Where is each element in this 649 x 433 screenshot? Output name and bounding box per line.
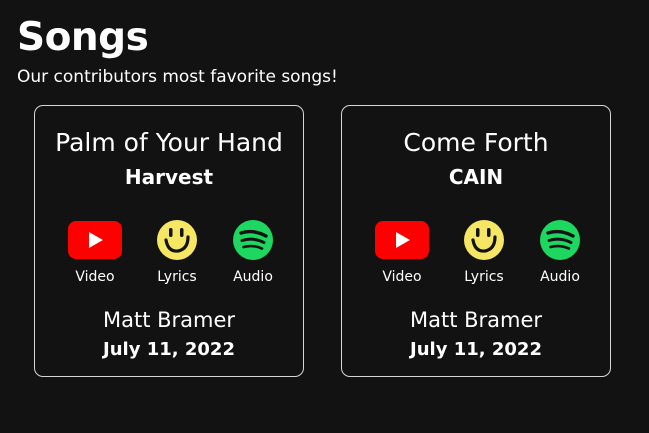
- audio-label: Audio: [233, 269, 273, 285]
- video-link[interactable]: Video: [367, 216, 437, 286]
- lyrics-smiley-icon: [157, 220, 197, 260]
- added-date: July 11, 2022: [410, 339, 542, 360]
- youtube-icon: [68, 221, 122, 259]
- audio-link[interactable]: Audio: [525, 216, 595, 286]
- contributor-name: Matt Bramer: [409, 308, 543, 332]
- contributor-name: Matt Bramer: [102, 308, 236, 332]
- song-card: Come Forth CAIN Video Lyrics Audio Matt …: [341, 105, 611, 377]
- spotify-icon: [540, 220, 580, 260]
- video-label: Video: [382, 269, 422, 285]
- song-links: Video Lyrics Audio: [35, 216, 303, 288]
- lyrics-link[interactable]: Lyrics: [449, 216, 519, 286]
- page-title: Songs: [17, 15, 149, 60]
- song-title: Come Forth: [403, 128, 549, 157]
- song-artist: CAIN: [448, 165, 504, 189]
- youtube-icon: [375, 221, 429, 259]
- video-link[interactable]: Video: [60, 216, 130, 286]
- lyrics-link[interactable]: Lyrics: [142, 216, 212, 286]
- video-label: Video: [75, 269, 115, 285]
- lyrics-smiley-icon: [464, 220, 504, 260]
- spotify-icon: [233, 220, 273, 260]
- audio-label: Audio: [540, 269, 580, 285]
- lyrics-label: Lyrics: [464, 269, 504, 285]
- song-title: Palm of Your Hand: [55, 128, 283, 157]
- songs-page: Songs Our contributors most favorite son…: [0, 0, 649, 433]
- song-card: Palm of Your Hand Harvest Video Lyrics A…: [34, 105, 304, 377]
- song-links: Video Lyrics Audio: [342, 216, 610, 288]
- added-date: July 11, 2022: [103, 339, 235, 360]
- audio-link[interactable]: Audio: [218, 216, 288, 286]
- lyrics-label: Lyrics: [157, 269, 197, 285]
- song-artist: Harvest: [124, 165, 214, 189]
- page-subtitle: Our contributors most favorite songs!: [17, 67, 338, 87]
